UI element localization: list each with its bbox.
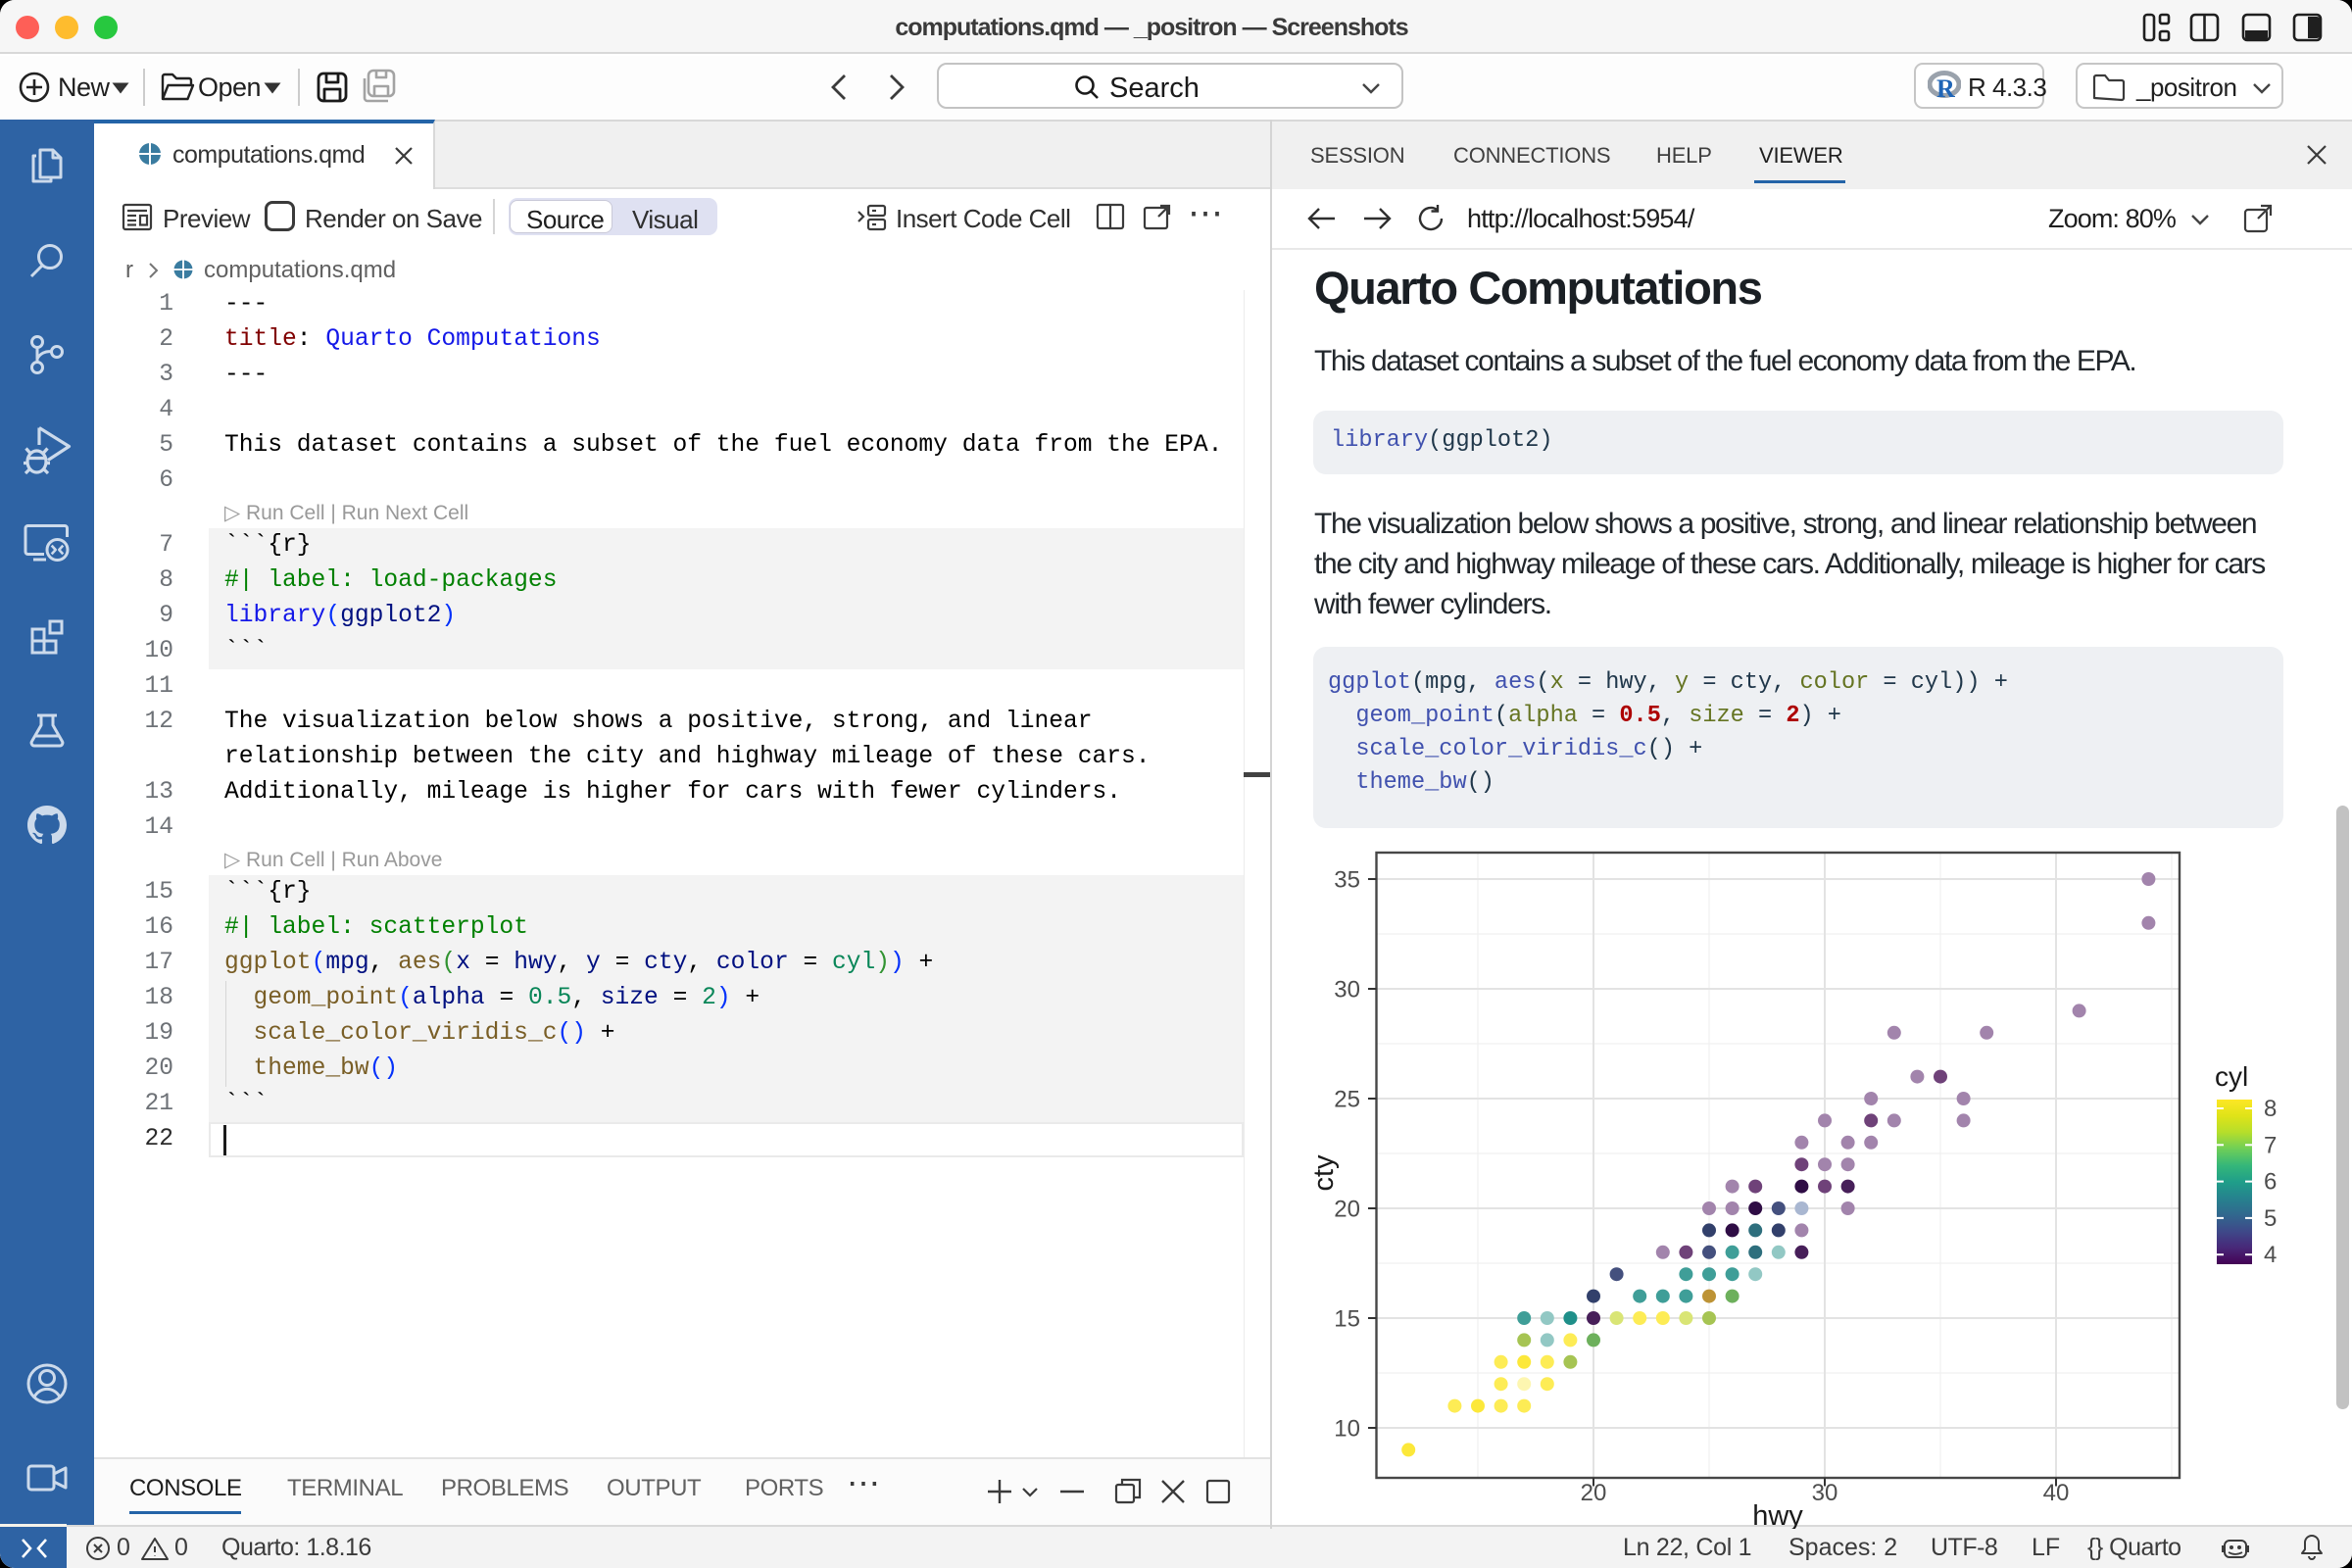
svg-text:cyl: cyl <box>2215 1061 2248 1092</box>
svg-text:20: 20 <box>1334 1197 1360 1223</box>
svg-text:25: 25 <box>1334 1087 1360 1113</box>
svg-text:15: 15 <box>1334 1306 1360 1333</box>
svg-text:10: 10 <box>1334 1416 1360 1443</box>
svg-text:30: 30 <box>1812 1480 1838 1506</box>
svg-text:R: R <box>1936 74 1955 102</box>
svg-text:20: 20 <box>1581 1480 1607 1506</box>
svg-text:40: 40 <box>2043 1480 2070 1506</box>
svg-text:6: 6 <box>2264 1169 2277 1196</box>
svg-text:35: 35 <box>1334 867 1360 894</box>
svg-text:30: 30 <box>1334 977 1360 1004</box>
svg-text:8: 8 <box>2264 1096 2277 1122</box>
svg-text:cty: cty <box>1308 1154 1340 1192</box>
svg-text:5: 5 <box>2264 1205 2277 1232</box>
svg-text:7: 7 <box>2264 1132 2277 1158</box>
svg-text:hwy: hwy <box>1752 1500 1803 1529</box>
svg-text:4: 4 <box>2264 1242 2277 1268</box>
